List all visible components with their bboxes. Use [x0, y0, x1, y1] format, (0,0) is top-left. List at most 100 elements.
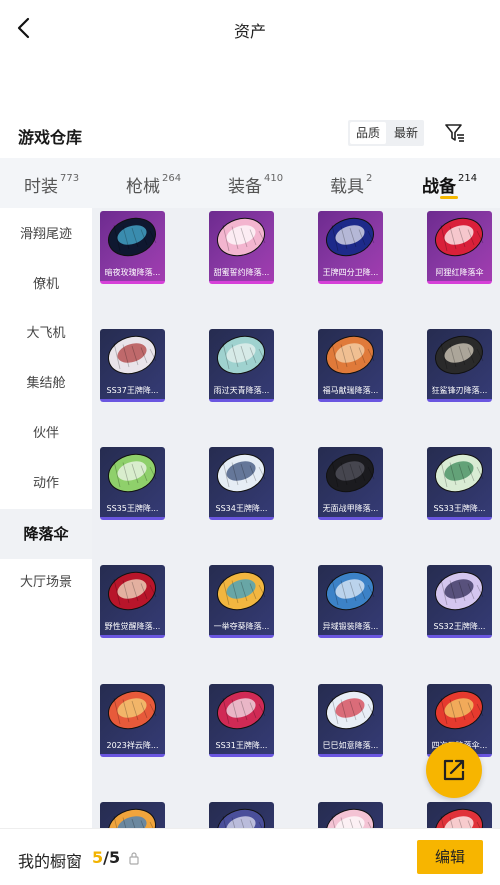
- tab-count: 410: [264, 173, 284, 185]
- parachute-icon: [435, 571, 484, 611]
- parachute-icon: [326, 690, 375, 730]
- parachute-name: SS35王牌降...: [106, 504, 159, 513]
- showcase-label: 我的橱窗: [18, 852, 83, 871]
- parachute-name: SS31王牌降...: [215, 741, 268, 750]
- parachute-card[interactable]: 王牌四分卫降...: [318, 211, 383, 284]
- parachute-icon: [108, 217, 157, 257]
- sidebar-item-emote[interactable]: 动作: [0, 459, 92, 509]
- parachute-icon: [108, 335, 157, 375]
- tab-equipment[interactable]: 装备 410: [228, 172, 283, 197]
- parachute-card[interactable]: 野性觉醒降落...: [100, 565, 165, 638]
- parachute-card[interactable]: 甜蜜誓约降落...: [209, 211, 274, 284]
- parachute-card[interactable]: 阿狸红降落伞: [427, 211, 492, 284]
- parachute-icon: [435, 453, 484, 493]
- parachute-icon: [217, 690, 266, 730]
- page-title: 资产: [233, 22, 266, 41]
- parachute-icon: [108, 808, 156, 828]
- filter-icon[interactable]: [444, 122, 466, 144]
- parachute-icon: [217, 453, 266, 493]
- sidebar-item-companion[interactable]: 伙伴: [0, 409, 92, 459]
- top-bar: 资产: [0, 0, 500, 60]
- parachute-card[interactable]: 一举夺葵降落...: [209, 565, 274, 638]
- parachute-icon: [217, 808, 265, 828]
- parachute-card[interactable]: SS35王牌降...: [100, 447, 165, 520]
- parachute-card[interactable]: [427, 802, 492, 828]
- parachute-name: 一举夺葵降落...: [213, 622, 270, 631]
- parachute-icon: [108, 453, 157, 493]
- tab-combat-gear[interactable]: 战备 214: [422, 172, 477, 197]
- parachute-icon: [217, 335, 266, 375]
- parachute-icon: [326, 217, 375, 257]
- section-title: 游戏仓库: [18, 128, 83, 147]
- parachute-name: 雨过天青降落...: [213, 386, 270, 395]
- parachute-card[interactable]: 无面战甲降落...: [318, 447, 383, 520]
- parachute-name: 巳巳如意降落...: [322, 741, 379, 750]
- parachute-card[interactable]: [209, 802, 274, 828]
- tab-count: 773: [60, 173, 80, 185]
- sidebar-item-glide-trail[interactable]: 滑翔尾迹: [0, 210, 92, 260]
- sidebar-item-assembly-pod[interactable]: 集结舱: [0, 359, 92, 409]
- tab-count: 264: [162, 173, 182, 185]
- parachute-card[interactable]: [318, 802, 383, 828]
- parachute-name: 野性觉醒降落...: [104, 622, 161, 631]
- parachute-icon: [435, 808, 483, 828]
- edit-button[interactable]: 编辑: [417, 840, 483, 874]
- sidebar-item-wingman[interactable]: 僚机: [0, 260, 92, 310]
- parachute-name: SS37王牌降...: [106, 386, 159, 395]
- parachute-card[interactable]: 暗夜玫瑰降落...: [100, 211, 165, 284]
- sub-category-sidebar: 滑翔尾迹 僚机 大飞机 集结舱 伙伴 动作 降落伞 大厅场景: [0, 208, 92, 828]
- tab-weapons[interactable]: 枪械 264: [126, 172, 181, 197]
- parachute-icon: [326, 335, 375, 375]
- sort-newest-option[interactable]: 最新: [388, 120, 424, 146]
- parachute-card[interactable]: 2023祥云降...: [100, 684, 165, 757]
- parachute-card[interactable]: 巳巳如意降落...: [318, 684, 383, 757]
- parachute-name: 王牌四分卫降...: [322, 268, 379, 277]
- sort-quality-option[interactable]: 品质: [350, 122, 387, 144]
- parachute-name: 甜蜜誓约降落...: [213, 268, 270, 277]
- tab-label: 战备: [422, 177, 456, 197]
- parachute-icon: [217, 571, 266, 611]
- warehouse-header: 游戏仓库 品质 最新: [0, 118, 500, 152]
- parachute-icon: [435, 335, 484, 375]
- sidebar-item-airplane[interactable]: 大飞机: [0, 309, 92, 359]
- parachute-name: 无面战甲降落...: [322, 504, 379, 513]
- showcase-total: /5: [103, 848, 121, 867]
- sort-toggle: 品质 最新: [348, 120, 425, 146]
- parachute-name: 异域锻装降落...: [322, 622, 379, 631]
- tab-label: 枪械: [126, 177, 160, 197]
- parachute-icon: [326, 808, 374, 828]
- item-grid: 暗夜玫瑰降落... 甜蜜誓约降落... 王牌四分卫降... 阿狸红降落伞 SS37王牌降…: [92, 208, 500, 828]
- parachute-card[interactable]: 雨过天青降落...: [209, 329, 274, 402]
- parachute-name: 狂鲨锋刃降落...: [431, 386, 488, 395]
- parachute-card[interactable]: SS33王牌降...: [427, 447, 492, 520]
- parachute-card[interactable]: 异域锻装降落...: [318, 565, 383, 638]
- tab-label: 时装: [24, 177, 58, 197]
- parachute-name: 暗夜玫瑰降落...: [104, 268, 161, 277]
- sidebar-item-parachute[interactable]: 降落伞: [0, 509, 92, 559]
- parachute-name: SS33王牌降...: [433, 504, 486, 513]
- parachute-card[interactable]: SS37王牌降...: [100, 329, 165, 402]
- parachute-card[interactable]: [100, 802, 165, 828]
- active-tab-indicator: [440, 196, 458, 199]
- tab-label: 装备: [228, 177, 262, 197]
- tab-label: 载具: [330, 177, 364, 197]
- parachute-icon: [435, 217, 484, 257]
- parachute-icon: [326, 571, 375, 611]
- parachute-card[interactable]: 福马献瑞降落...: [318, 329, 383, 402]
- lock-icon: [129, 852, 139, 865]
- sidebar-item-lobby-scene[interactable]: 大厅场景: [0, 558, 92, 608]
- parachute-name: 阿狸红降落伞: [435, 268, 484, 277]
- share-button[interactable]: [426, 742, 482, 798]
- tab-vehicles[interactable]: 载具 2: [330, 172, 372, 197]
- showcase-count: 5/5: [92, 848, 120, 867]
- share-external-icon: [443, 759, 465, 781]
- parachute-card[interactable]: SS34王牌降...: [209, 447, 274, 520]
- parachute-card[interactable]: SS32王牌降...: [427, 565, 492, 638]
- parachute-icon: [108, 571, 157, 611]
- parachute-card[interactable]: 狂鲨锋刃降落...: [427, 329, 492, 402]
- tab-count: 214: [458, 173, 478, 185]
- parachute-card[interactable]: SS31王牌降...: [209, 684, 274, 757]
- tab-fashion[interactable]: 时装 773: [24, 172, 79, 197]
- parachute-icon: [435, 690, 484, 730]
- parachute-name: 福马献瑞降落...: [322, 386, 379, 395]
